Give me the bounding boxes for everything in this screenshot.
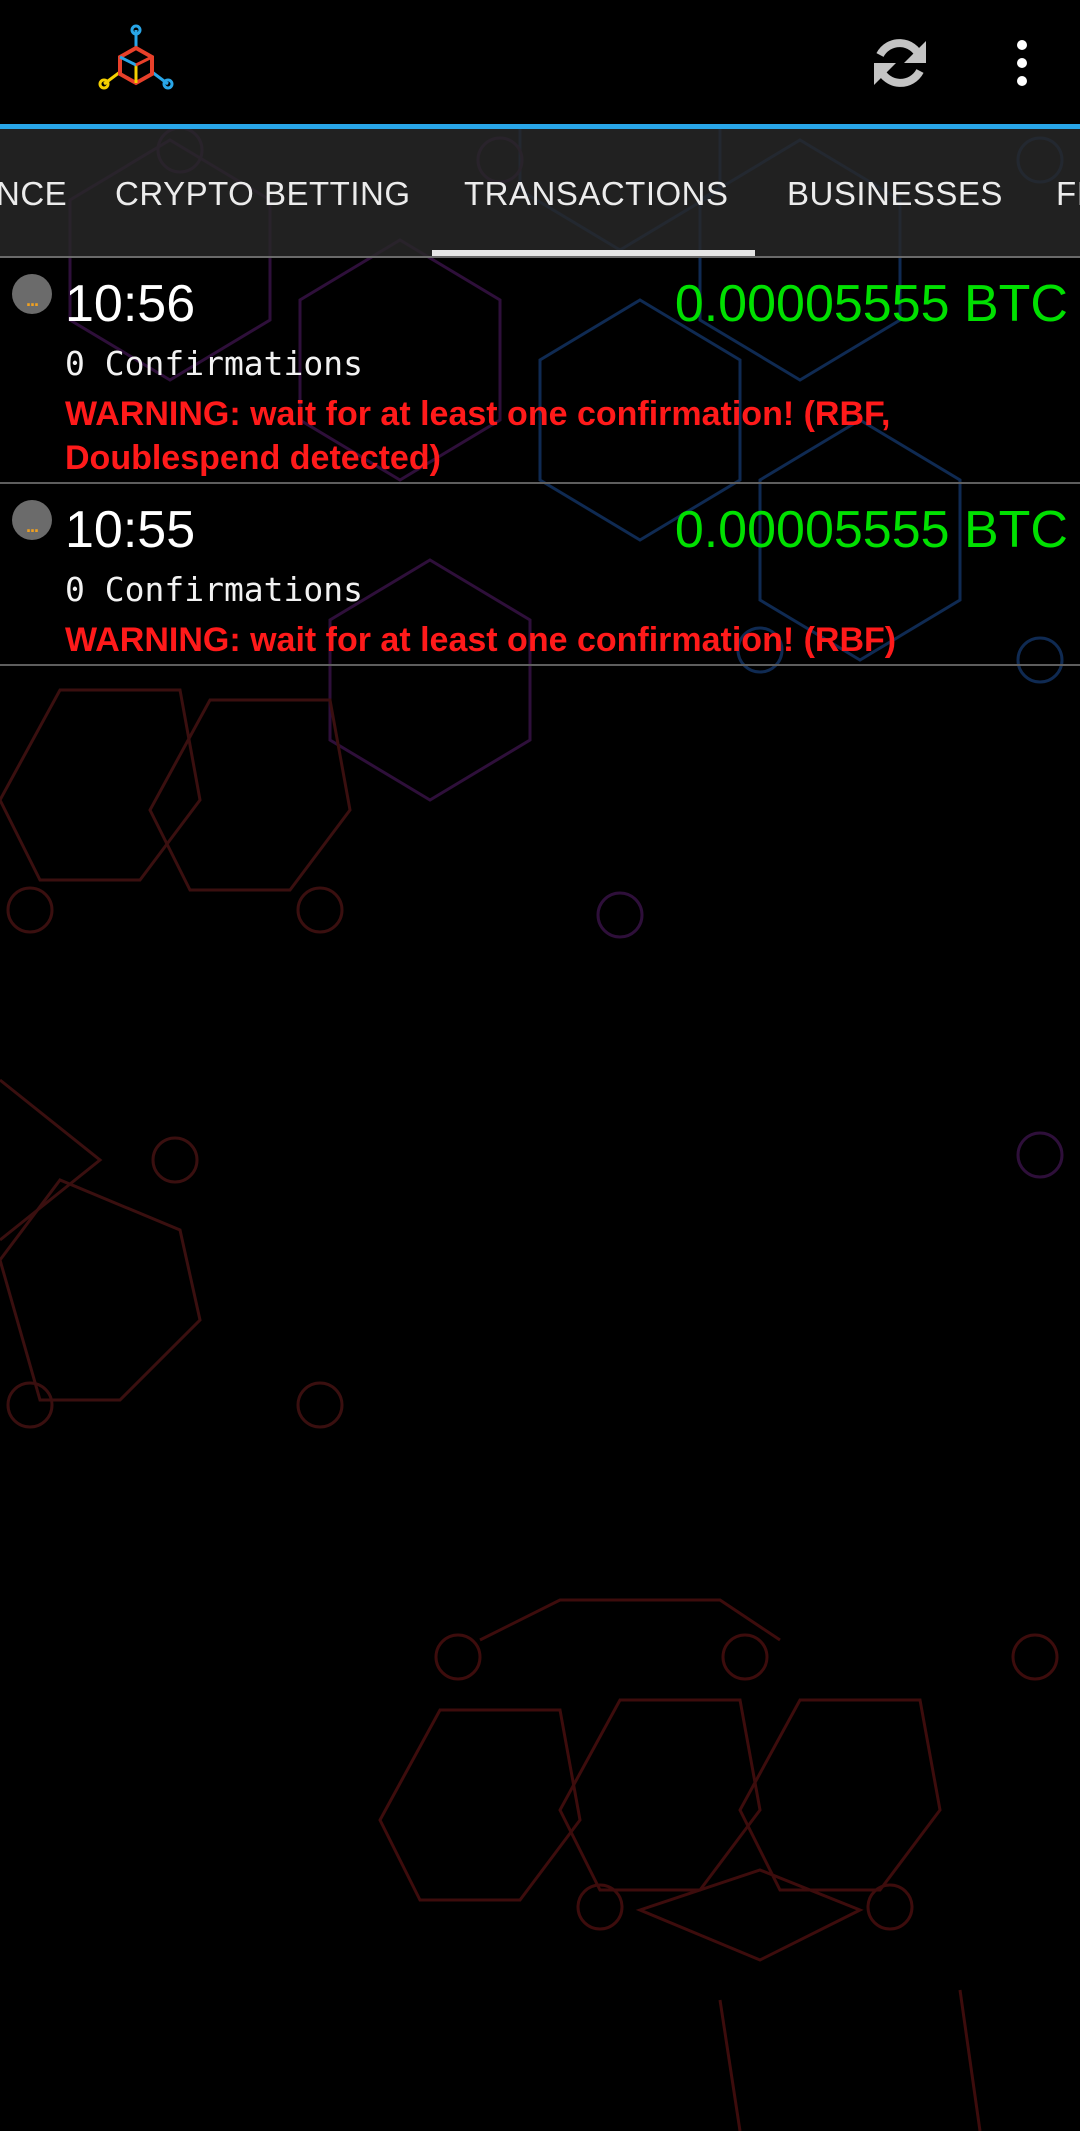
transaction-warning: WARNING: wait for at least one confirmat… <box>65 392 1065 480</box>
selected-tab-indicator <box>432 250 755 256</box>
transaction-confirmations: 0 Confirmations <box>65 570 364 609</box>
tab-fio[interactable]: FI <box>1056 129 1080 258</box>
mycelium-logo-icon <box>96 22 176 102</box>
transaction-warning-line: Doublespend detected) <box>65 439 441 477</box>
accent-divider <box>0 124 1080 129</box>
more-vert-icon <box>1017 40 1027 50</box>
tab-transactions[interactable]: TRANSACTIONS <box>464 129 729 258</box>
transaction-time: 10:55 <box>65 501 196 559</box>
pattern-red-cluster-left <box>0 688 352 1429</box>
tab-balance[interactable]: NCE <box>0 129 67 258</box>
transaction-confirmations: 0 Confirmations <box>65 344 364 383</box>
transaction-warning-line: WARNING: wait for at least one confirmat… <box>65 395 891 433</box>
refresh-icon <box>874 39 926 87</box>
transaction-amount: 0.00005555 BTC <box>674 501 1068 559</box>
pattern-red-cluster-right <box>378 1598 1059 2131</box>
transaction-list: ... 10:56 0.00005555 BTC 0 Confirmations… <box>0 258 1080 666</box>
tab-bar-divider <box>0 256 1080 258</box>
transaction-row[interactable]: ... 10:56 0.00005555 BTC 0 Confirmations… <box>0 258 1080 484</box>
overflow-menu-button[interactable] <box>1000 30 1044 96</box>
transaction-time: 10:56 <box>65 275 196 333</box>
transaction-warning-line: WARNING: wait for at least one confirmat… <box>65 621 897 659</box>
tab-businesses[interactable]: BUSINESSES <box>787 129 1003 258</box>
tab-crypto-betting[interactable]: CRYPTO BETTING <box>115 129 411 258</box>
refresh-button[interactable] <box>860 26 940 100</box>
transaction-row[interactable]: ... 10:55 0.00005555 BTC 0 Confirmations… <box>0 484 1080 666</box>
tab-bar: NCE CRYPTO BETTING TRANSACTIONS BUSINESS… <box>0 129 1080 258</box>
transaction-amount: 0.00005555 BTC <box>674 275 1068 333</box>
transaction-warning: WARNING: wait for at least one confirmat… <box>65 618 1065 662</box>
pending-icon: ... <box>12 500 52 540</box>
app-bar <box>0 0 1080 126</box>
pending-icon: ... <box>12 274 52 314</box>
